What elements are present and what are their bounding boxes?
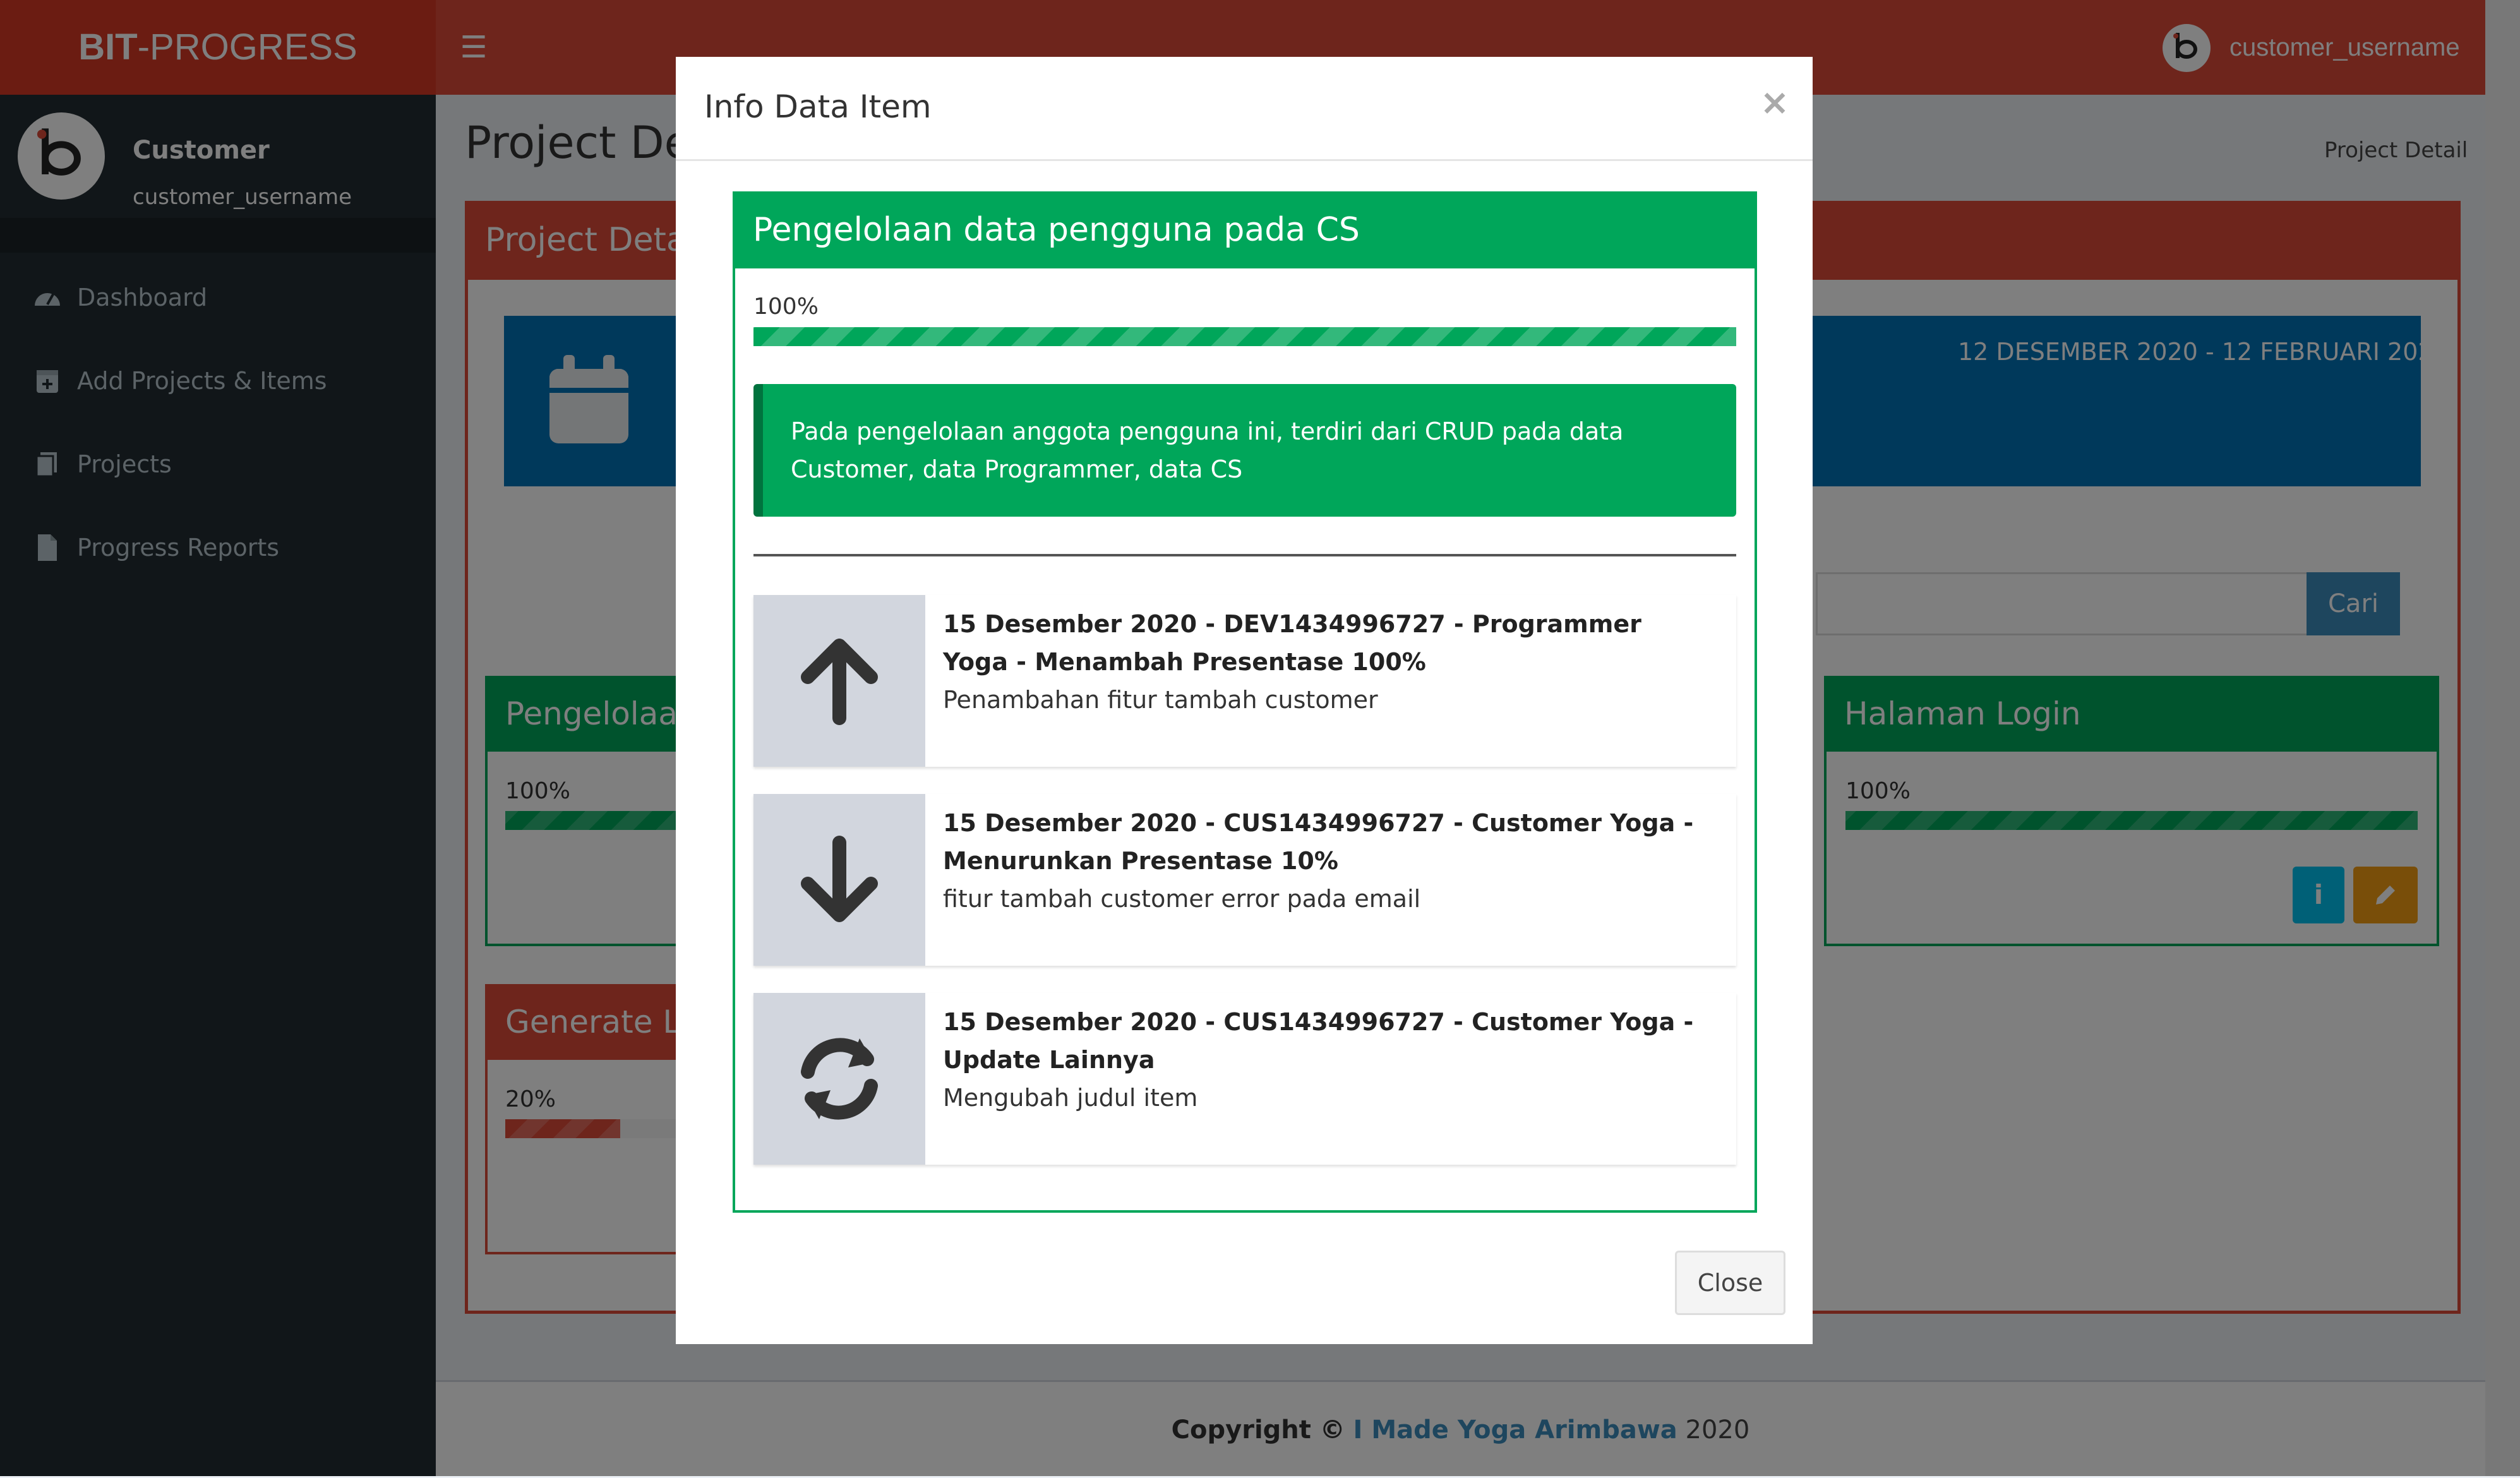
- modal-title: Info Data Item: [704, 88, 932, 125]
- arrow-up-icon: [753, 595, 925, 767]
- timeline-item-desc: Penambahan fitur tambah customer: [943, 686, 1378, 714]
- timeline-item-title: 15 Desember 2020 - CUS1434996727 - Custo…: [943, 1008, 1694, 1074]
- timeline-item-title: 15 Desember 2020 - CUS1434996727 - Custo…: [943, 809, 1694, 875]
- timeline-item-desc: Mengubah judul item: [943, 1084, 1198, 1112]
- modal-item-title: Pengelolaan data pengguna pada CS: [733, 191, 1757, 268]
- modal-divider: [753, 554, 1736, 556]
- modal-item-progress-bar: [753, 327, 1736, 346]
- arrow-down-icon: [753, 794, 925, 966]
- modal-close-icon[interactable]: ×: [1759, 79, 1791, 126]
- timeline-item-title: 15 Desember 2020 - DEV1434996727 - Progr…: [943, 610, 1641, 676]
- timeline-item-desc: fitur tambah customer error pada email: [943, 885, 1421, 913]
- modal-item-percent: 100%: [753, 294, 819, 320]
- modal-item-description: Pada pengelolaan anggota pengguna ini, t…: [753, 384, 1736, 517]
- refresh-icon: [753, 993, 925, 1165]
- modal-close-button[interactable]: Close: [1675, 1251, 1785, 1315]
